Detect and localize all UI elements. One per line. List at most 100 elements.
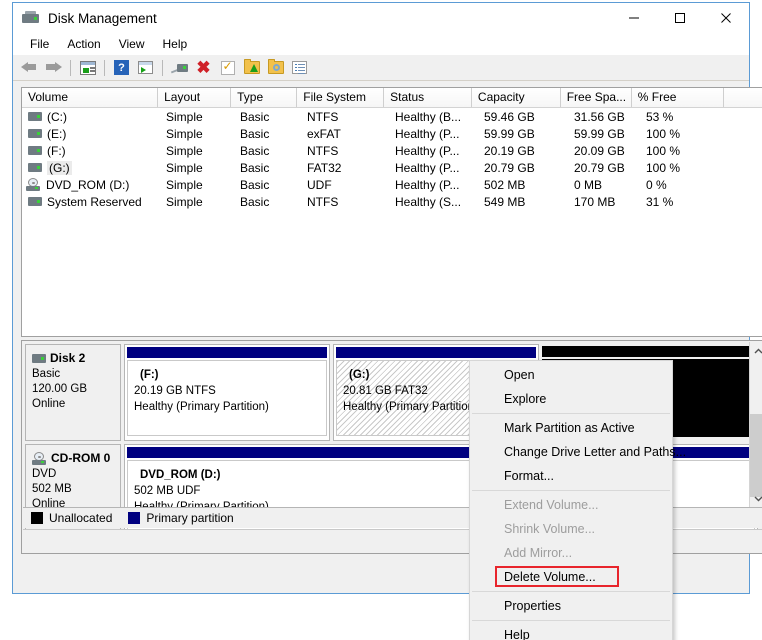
scroll-down-arrow[interactable] xyxy=(750,490,762,507)
disk-management-icon xyxy=(22,11,40,25)
percent-free-cell: 0 % xyxy=(646,177,667,192)
partition-capacity-bar xyxy=(542,346,762,357)
column-header-blank[interactable] xyxy=(723,88,762,107)
show-hide-console-tree-icon[interactable] xyxy=(76,57,99,79)
forward-arrow-icon[interactable] xyxy=(42,57,65,79)
window-title: Disk Management xyxy=(48,10,157,26)
column-header-volume[interactable]: Volume xyxy=(22,88,159,107)
column-header-file-system[interactable]: File System xyxy=(297,88,385,107)
menu-action[interactable]: Action xyxy=(58,35,109,53)
disk-view-scrollbar[interactable] xyxy=(749,342,762,507)
toolbar-separator xyxy=(162,59,163,76)
menu-item-explore[interactable]: Explore xyxy=(470,387,672,411)
capacity-cell: 502 MB xyxy=(484,177,526,192)
menu-file[interactable]: File xyxy=(21,35,58,53)
properties-icon[interactable] xyxy=(216,57,239,79)
percent-free-cell: 31 % xyxy=(646,194,674,209)
back-arrow-icon[interactable] xyxy=(18,57,41,79)
status-cell: Healthy (P... xyxy=(395,126,460,141)
disk-status: Online xyxy=(32,398,66,410)
type-cell: Basic xyxy=(240,143,270,158)
menu-item-help[interactable]: Help xyxy=(470,623,672,640)
percent-free-cell: 53 % xyxy=(646,109,674,124)
table-row[interactable]: (G:) Simple Basic FAT32 Healthy (P... 20.79 G… xyxy=(22,159,762,176)
layout-cell: Simple xyxy=(166,109,203,124)
column-header-free-spa[interactable]: Free Spa... xyxy=(560,88,632,107)
volume-cell: System Reserved xyxy=(22,195,160,209)
scrollbar-thumb[interactable] xyxy=(750,414,762,497)
detail-view-icon[interactable] xyxy=(288,57,311,79)
percent-free-cell: 100 % xyxy=(646,143,681,158)
menu-view[interactable]: View xyxy=(110,35,154,53)
volume-cell: (F:) xyxy=(22,144,160,158)
column-header--free[interactable]: % Free xyxy=(631,88,724,107)
menu-item-mark-partition-as-active[interactable]: Mark Partition as Active xyxy=(470,416,672,440)
menu-item-extend-volume: Extend Volume... xyxy=(504,498,599,512)
maximize-button[interactable] xyxy=(657,3,703,33)
delete-icon[interactable]: ✖ xyxy=(192,57,215,79)
legend-label: Primary partition xyxy=(146,511,234,525)
volume-cell: DVD_ROM (D:) xyxy=(22,178,160,192)
percent-free-cell: 100 % xyxy=(646,160,681,175)
menu-item-properties[interactable]: Properties xyxy=(470,594,672,618)
file-system-cell: exFAT xyxy=(307,126,341,141)
volume-label: (E:) xyxy=(47,126,67,141)
column-header-type[interactable]: Type xyxy=(231,88,298,107)
hard-drive-icon xyxy=(32,353,46,363)
type-cell: Basic xyxy=(240,109,270,124)
menu-item-change-drive-letter-and-paths[interactable]: Change Drive Letter and Paths... xyxy=(470,440,686,464)
toolbar-separator xyxy=(70,59,71,76)
capacity-cell: 20.79 GB xyxy=(484,160,535,175)
hard-drive-icon xyxy=(28,197,42,206)
menu-item-format[interactable]: Format... xyxy=(470,464,672,488)
layout-cell: Simple xyxy=(166,126,203,141)
disk-name: Disk 2 xyxy=(32,351,120,365)
disk-name-text: CD-ROM 0 xyxy=(51,451,111,465)
partition-capacity-bar xyxy=(336,347,536,358)
close-button[interactable] xyxy=(703,3,749,33)
status-cell: Healthy (P... xyxy=(395,160,460,175)
search-icon[interactable] xyxy=(264,57,287,79)
hard-drive-icon xyxy=(28,112,42,121)
table-row[interactable]: (C:) Simple Basic NTFS Healthy (B... 59.46 GB… xyxy=(22,108,762,125)
menu-separator xyxy=(472,591,670,592)
menu-help[interactable]: Help xyxy=(154,35,197,53)
help-icon[interactable]: ? xyxy=(110,57,133,79)
table-row[interactable]: (F:) Simple Basic NTFS Healthy (P... 20.19 GB… xyxy=(22,142,762,159)
volume-cell: (G:) xyxy=(22,160,160,175)
capacity-cell: 59.46 GB xyxy=(484,109,535,124)
free-space-cell: 170 MB xyxy=(574,194,616,209)
file-system-cell: FAT32 xyxy=(307,160,342,175)
volume-cell: (C:) xyxy=(22,110,160,124)
menu-item-open[interactable]: Open xyxy=(470,363,672,387)
minimize-button[interactable] xyxy=(611,3,657,33)
scroll-up-arrow[interactable] xyxy=(750,342,762,359)
type-cell: Basic xyxy=(240,194,270,209)
toolbar: ? ✖ xyxy=(13,55,749,81)
file-system-cell: NTFS xyxy=(307,194,339,209)
partition-size-fs: 20.19 GB NTFS xyxy=(134,385,216,397)
table-row[interactable]: (E:) Simple Basic exFAT Healthy (P... 59.99 G… xyxy=(22,125,762,142)
file-system-cell: NTFS xyxy=(307,109,339,124)
disk-info-panel[interactable]: Disk 2 Basic 120.00 GB Online xyxy=(25,344,121,441)
column-header-layout[interactable]: Layout xyxy=(158,88,232,107)
table-row[interactable]: DVD_ROM (D:) Simple Basic UDF Healthy (P... 5… xyxy=(22,176,762,193)
volume-label: (C:) xyxy=(47,109,67,124)
export-list-icon[interactable] xyxy=(240,57,263,79)
free-space-cell: 20.79 GB xyxy=(574,160,625,175)
show-hide-action-pane-icon[interactable] xyxy=(134,57,157,79)
volume-list-panel: Volume Layout Type File System Status Capacit… xyxy=(21,87,762,337)
volume-label: (G:) xyxy=(47,160,72,175)
table-row[interactable]: System Reserved Simple Basic NTFS Healthy (S… xyxy=(22,193,762,210)
partition-block[interactable]: (F:) 20.19 GB NTFS Healthy (Primary Partit… xyxy=(124,344,330,441)
status-cell: Healthy (S... xyxy=(395,194,462,209)
menu-item-delete-volume[interactable]: Delete Volume... xyxy=(470,565,672,589)
context-menu: Open Explore Mark Partition as Active Chang… xyxy=(469,360,686,640)
rescan-disks-icon[interactable] xyxy=(168,57,191,79)
column-header-capacity[interactable]: Capacity xyxy=(471,88,561,107)
column-header-status[interactable]: Status xyxy=(384,88,472,107)
percent-free-cell: 100 % xyxy=(646,126,681,141)
volume-label: System Reserved xyxy=(47,194,142,209)
free-space-cell: 0 MB xyxy=(574,177,603,192)
disk-size: 502 MB xyxy=(32,483,72,495)
